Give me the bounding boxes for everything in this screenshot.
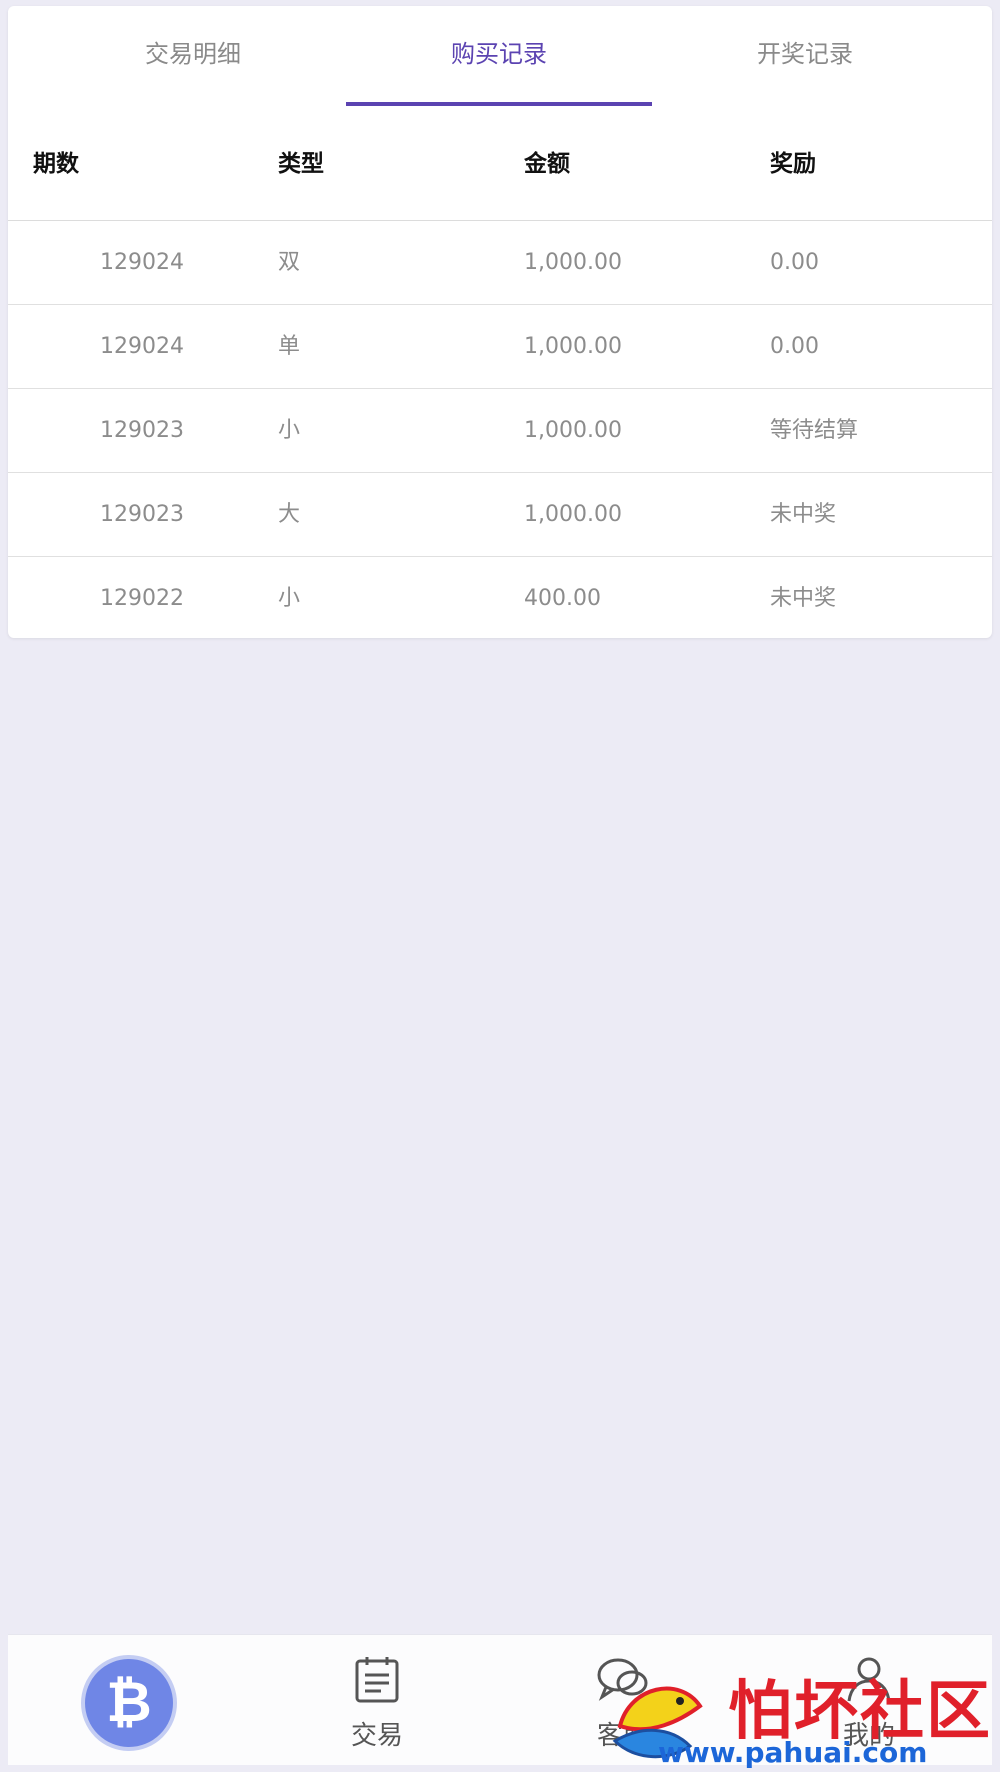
cell-reward: 未中奖 — [770, 502, 837, 527]
cell-amount: 1,000.00 — [524, 250, 622, 275]
notepad-icon — [355, 1657, 399, 1703]
header-reward: 奖励 — [770, 151, 816, 177]
cell-reward: 未中奖 — [770, 586, 837, 611]
header-period: 期数 — [33, 151, 79, 177]
cell-amount: 400.00 — [524, 586, 601, 611]
cell-type: 双 — [278, 250, 301, 275]
header-amount: 金额 — [524, 151, 570, 177]
cell-reward: 等待结算 — [770, 418, 859, 443]
cell-amount: 1,000.00 — [524, 502, 622, 527]
tab-transaction-details[interactable]: 交易明细 — [40, 6, 346, 106]
nav-trade-label: 交易 — [350, 1721, 403, 1751]
table-row: 129023 小 1,000.00 等待结算 — [8, 389, 992, 473]
table-row: 129024 双 1,000.00 0.00 — [8, 221, 992, 305]
nav-trade[interactable]: 交易 — [254, 1635, 500, 1765]
watermark-url: www.pahuai.com — [658, 1736, 928, 1769]
watermark: 怕坏社区 www.pahuai.com — [600, 1660, 1000, 1772]
cell-amount: 1,000.00 — [524, 418, 622, 443]
tab-draw-records[interactable]: 开奖记录 — [652, 6, 958, 106]
cell-type: 小 — [278, 418, 301, 443]
table-row: 129023 大 1,000.00 未中奖 — [8, 473, 992, 557]
cell-type: 小 — [278, 586, 301, 611]
nav-home[interactable]: ₿ — [8, 1635, 254, 1765]
cell-type: 单 — [278, 334, 301, 359]
records-card: 交易明细 购买记录 开奖记录 期数 类型 金额 奖励 129024 双 1,00… — [8, 6, 992, 638]
cell-type: 大 — [278, 502, 301, 527]
cell-reward: 0.00 — [770, 250, 819, 275]
header-type: 类型 — [278, 151, 324, 177]
cell-reward: 0.00 — [770, 334, 819, 359]
cell-period: 129023 — [100, 502, 184, 527]
cell-period: 129024 — [100, 334, 184, 359]
table-row: 129022 小 400.00 未中奖 — [8, 557, 992, 638]
cell-period: 129024 — [100, 250, 184, 275]
table-header: 期数 类型 金额 奖励 — [8, 106, 992, 221]
cell-period: 129023 — [100, 418, 184, 443]
bitcoin-icon: ₿ — [81, 1655, 177, 1751]
cell-amount: 1,000.00 — [524, 334, 622, 359]
tab-bar: 交易明细 购买记录 开奖记录 — [8, 6, 992, 106]
cell-period: 129022 — [100, 586, 184, 611]
table-row: 129024 单 1,000.00 0.00 — [8, 305, 992, 389]
tab-purchase-records[interactable]: 购买记录 — [346, 6, 652, 106]
